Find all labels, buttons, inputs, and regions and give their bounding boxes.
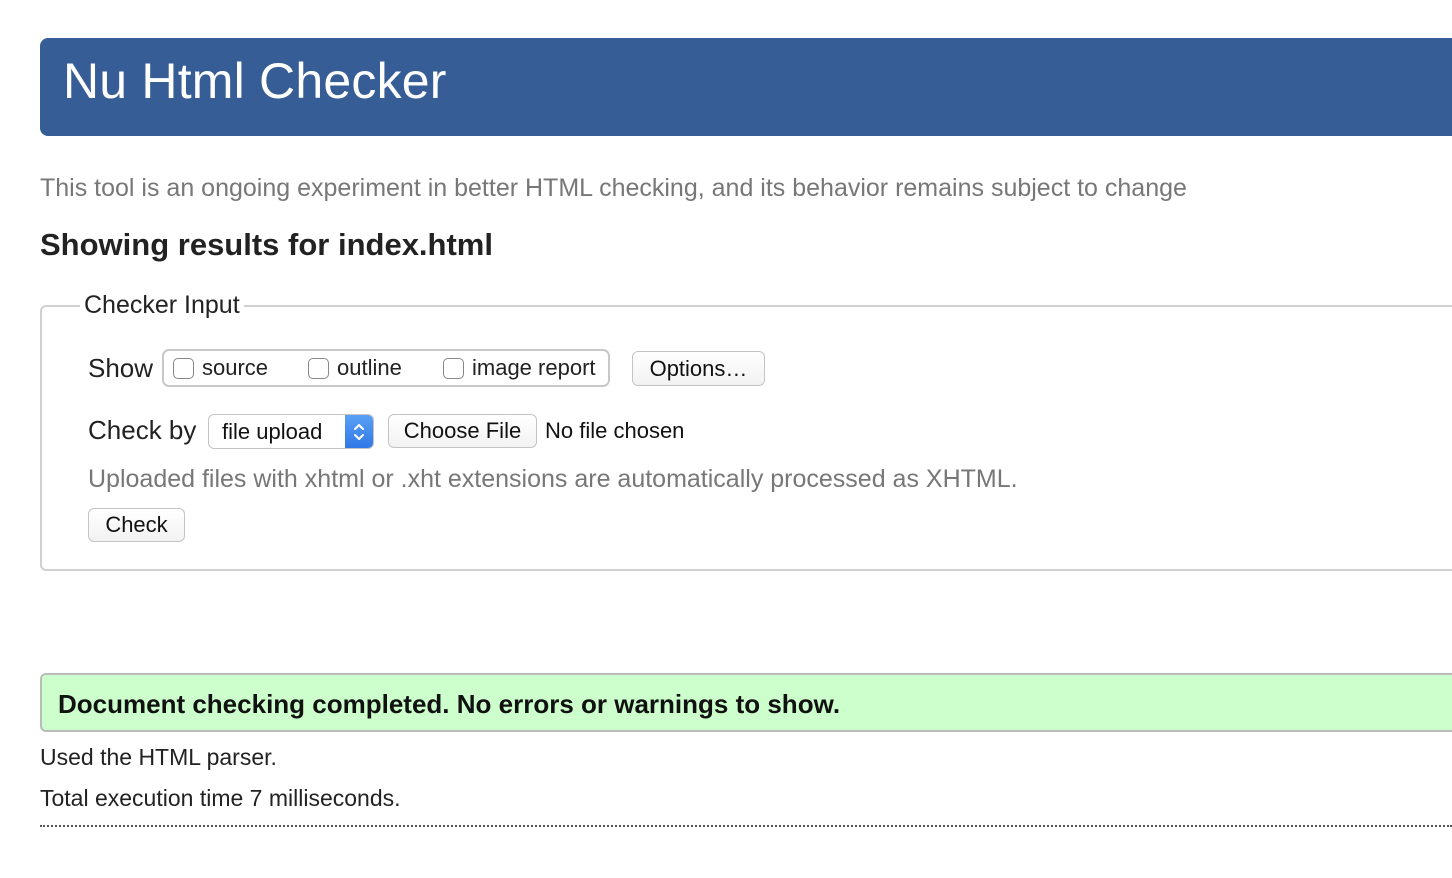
show-source-option[interactable]: source <box>173 355 268 381</box>
execution-time: Total execution time 7 milliseconds. <box>40 785 401 811</box>
image-report-option-label: image report <box>472 355 596 380</box>
show-label: Show <box>88 353 154 383</box>
select-arrows-icon <box>345 415 373 448</box>
choose-file-button[interactable]: Choose File <box>388 414 537 448</box>
image-report-checkbox[interactable] <box>443 357 464 379</box>
check-by-selected-value: file upload <box>222 419 323 444</box>
parser-info: Used the HTML parser. <box>40 744 277 770</box>
success-message: Document checking completed. No errors o… <box>58 689 841 719</box>
check-by-select[interactable]: file upload <box>208 414 374 449</box>
show-outline-option[interactable]: outline <box>308 355 402 381</box>
check-by-label: Check by <box>88 415 197 445</box>
options-button[interactable]: Options… <box>632 351 765 386</box>
check-button[interactable]: Check <box>88 508 185 542</box>
checker-input-fieldset: Checker Input Show source outline image … <box>40 291 1452 571</box>
page-title: Nu Html Checker <box>63 53 447 109</box>
dotted-divider <box>40 825 1452 827</box>
show-image-report-option[interactable]: image report <box>443 355 596 381</box>
checker-input-legend: Checker Input <box>80 291 244 320</box>
intro-text: This tool is an ongoing experiment in be… <box>40 174 1187 202</box>
show-options-group: source outline image report <box>162 349 610 387</box>
file-status: No file chosen <box>545 418 685 443</box>
success-message-box: Document checking completed. No errors o… <box>40 673 1452 732</box>
source-checkbox[interactable] <box>173 357 194 379</box>
xhtml-hint: Uploaded files with xhtml or .xht extens… <box>88 465 1018 493</box>
results-heading: Showing results for index.html <box>40 227 493 262</box>
page-header: Nu Html Checker <box>40 38 1452 136</box>
outline-checkbox[interactable] <box>308 357 329 379</box>
outline-option-label: outline <box>337 355 402 380</box>
source-option-label: source <box>202 355 269 380</box>
